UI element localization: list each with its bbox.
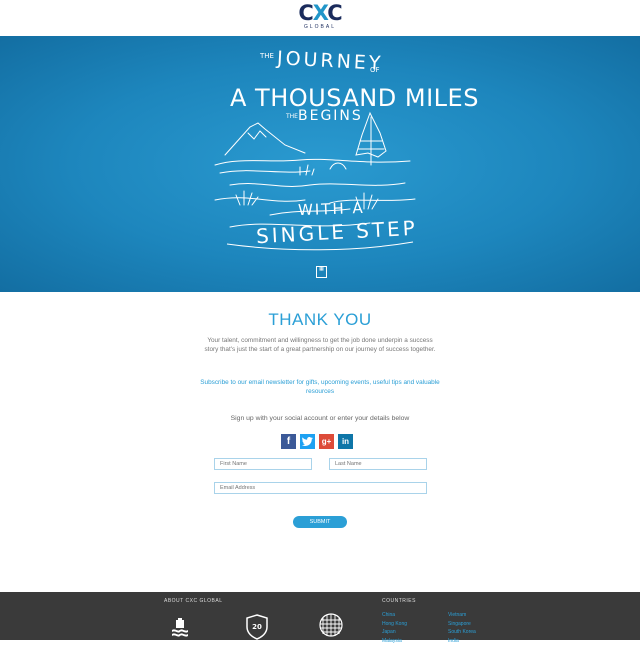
cxc-global-logo[interactable]: CXC GLOBAL [296,3,344,33]
badge-years: 20 [252,623,262,631]
first-name-field[interactable] [214,458,312,470]
hero-word-of: OF [370,66,380,74]
building-waves-icon [170,618,190,640]
subscribe-message: Subscribe to our email newsletter for gi… [200,378,440,396]
facebook-icon[interactable]: f [281,434,296,449]
country-link[interactable]: India [448,637,476,645]
signup-instructions: Sign up with your social account or ente… [200,414,440,423]
hero-word-the: THE [260,52,274,60]
hero-underline [225,238,415,258]
footer-about-heading: ABOUT CXC GLOBAL [164,598,222,604]
site-footer: ABOUT CXC GLOBAL COUNTRIES 20 China Hong… [0,592,640,640]
linkedin-icon[interactable]: in [338,434,353,449]
submit-button[interactable]: SUBMIT [293,516,347,528]
globe-grid-icon [318,612,344,638]
logo-mark: CXC [296,3,344,24]
country-link[interactable]: Vietnam [448,611,476,620]
hero-with-a: WITH A [298,199,365,219]
last-name-field[interactable] [329,458,427,470]
country-link[interactable]: Singapore [448,620,476,629]
twenty-years-shield-icon: 20 [245,614,269,640]
social-login-buttons: f g+ in [281,434,357,450]
email-field[interactable] [214,482,427,494]
page-title: THANK YOU [0,310,640,330]
twitter-icon[interactable] [300,434,315,449]
artist-stamp-icon: ▦ [316,266,327,278]
country-link[interactable]: Malaysia [382,637,407,645]
google-plus-icon[interactable]: g+ [319,434,334,449]
footer-countries-heading: COUNTRIES [382,598,416,604]
top-bar: CXC GLOBAL [0,0,640,36]
country-link[interactable]: Hong Kong [382,620,407,629]
country-link[interactable]: South Korea [448,628,476,637]
country-link[interactable]: Japan [382,628,407,637]
country-link[interactable]: China [382,611,407,620]
thank-you-message: Your talent, commitment and willingness … [200,336,440,354]
